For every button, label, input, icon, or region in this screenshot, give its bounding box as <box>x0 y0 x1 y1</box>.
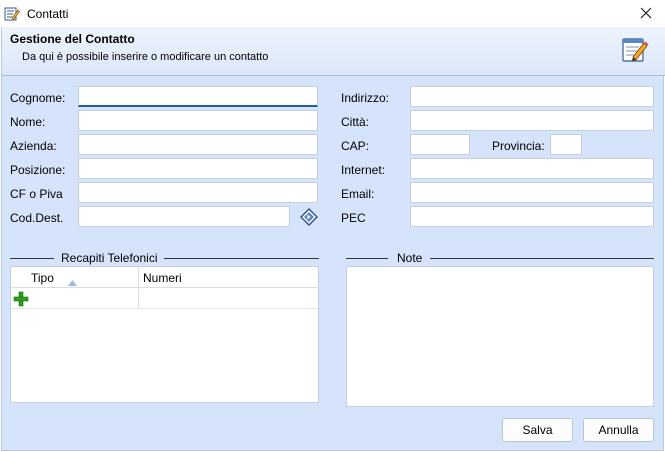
azienda-label: Azienda: <box>10 139 57 153</box>
phones-section-title: Recapiti Telefonici <box>61 251 158 265</box>
azienda-field[interactable] <box>78 134 318 155</box>
internet-label: Internet: <box>341 163 386 177</box>
cap-label: CAP: <box>341 139 370 153</box>
column-header-label: Tipo <box>31 271 54 285</box>
notepad-pencil-icon <box>621 35 649 63</box>
citta-label: Città: <box>341 115 370 129</box>
save-button[interactable]: Salva <box>502 418 573 442</box>
cancel-button[interactable]: Annulla <box>583 418 654 442</box>
notes-section-line-right <box>430 258 654 259</box>
cap-field[interactable] <box>410 134 470 155</box>
provincia-label: Provincia: <box>492 139 545 153</box>
indirizzo-field[interactable] <box>410 86 654 107</box>
nome-field[interactable] <box>78 110 318 131</box>
notes-textarea[interactable] <box>346 266 654 407</box>
internet-field[interactable] <box>410 158 654 179</box>
cognome-label: Cognome: <box>10 91 66 105</box>
sort-ascending-icon <box>68 275 77 289</box>
pec-label: PEC <box>341 211 366 225</box>
nome-label: Nome: <box>10 115 46 129</box>
dialog-header: Gestione del Contatto Da qui è possibile… <box>2 27 665 76</box>
column-header-tipo[interactable]: Tipo <box>11 267 139 288</box>
notes-section-title: Note <box>397 251 423 265</box>
cf-piva-label: CF o Piva <box>10 187 63 201</box>
posizione-label: Posizione: <box>10 163 66 177</box>
phones-grid-header: Tipo Numeri <box>11 267 318 288</box>
cod-dest-field[interactable] <box>78 206 290 227</box>
cod-dest-label: Cod.Dest. <box>10 211 64 225</box>
cf-piva-field[interactable] <box>78 182 318 203</box>
header-subtitle: Da qui è possibile inserire o modificare… <box>22 51 269 63</box>
header-title: Gestione del Contatto <box>10 32 135 46</box>
phones-section-line-left <box>10 258 54 259</box>
dialog-body: Gestione del Contatto Da qui è possibile… <box>1 27 665 451</box>
citta-field[interactable] <box>410 110 654 131</box>
phones-section-line-right <box>164 258 319 259</box>
new-row[interactable] <box>11 289 318 309</box>
add-row-plus-icon[interactable] <box>13 291 29 310</box>
title-bar: Contatti <box>0 0 665 27</box>
email-field[interactable] <box>410 182 654 203</box>
lookup-diamond-icon[interactable] <box>300 208 318 226</box>
edit-contact-icon <box>4 6 20 22</box>
pec-field[interactable] <box>410 206 654 227</box>
posizione-field[interactable] <box>78 158 318 179</box>
column-divider <box>138 289 139 308</box>
indirizzo-label: Indirizzo: <box>341 91 390 105</box>
close-icon[interactable] <box>635 3 657 23</box>
column-header-numeri[interactable]: Numeri <box>139 267 318 288</box>
cognome-field[interactable] <box>78 86 318 107</box>
email-label: Email: <box>341 187 375 201</box>
phones-grid[interactable]: Tipo Numeri <box>10 266 319 403</box>
provincia-field[interactable] <box>550 134 582 155</box>
window-title: Contatti <box>27 7 69 21</box>
notes-section-line-left <box>346 258 388 259</box>
column-header-label: Numeri <box>143 271 182 285</box>
